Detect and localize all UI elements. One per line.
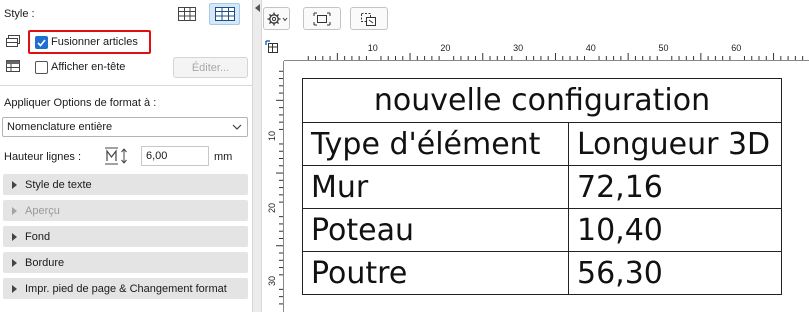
settings-button[interactable]	[263, 7, 290, 30]
expand-arrow-icon	[12, 180, 17, 189]
section-label: Aperçu	[25, 204, 60, 217]
section-label: Fond	[25, 230, 51, 243]
table-header-row: Type d'élément Longueur 3D	[302, 122, 782, 166]
section-preview: Aperçu	[3, 200, 248, 221]
settings-icon	[267, 12, 287, 25]
apply-format-select[interactable]: Nomenclature entière	[2, 117, 248, 137]
row-height-label: Hauteur lignes :	[4, 151, 82, 163]
zoom-selection-icon	[361, 12, 376, 26]
table-style-grid-icon	[214, 7, 235, 21]
table-row: Poutre 56,30	[302, 251, 782, 295]
ruler-label: 20	[267, 203, 277, 214]
fit-page-button[interactable]	[303, 7, 341, 30]
row-height-icon	[105, 147, 127, 165]
section-text-style[interactable]: Style de texte	[3, 174, 248, 195]
cell-3d-length: 72,16	[568, 165, 782, 209]
merge-items-label[interactable]: Fusionner articles	[51, 36, 138, 48]
apply-format-label: Appliquer Options de format à :	[4, 97, 157, 109]
chevron-down-icon	[232, 124, 242, 130]
header-table-icon	[6, 60, 20, 72]
show-header-label[interactable]: Afficher en-tête	[51, 61, 125, 73]
expand-arrow-icon	[12, 232, 17, 241]
collapse-arrow-icon[interactable]	[255, 4, 260, 12]
section-border[interactable]: Bordure	[3, 252, 248, 273]
section-label: Bordure	[25, 256, 65, 269]
section-background[interactable]: Fond	[3, 226, 248, 247]
cell-element-type: Poteau	[302, 208, 569, 252]
divider	[0, 85, 252, 86]
ruler-origin-icon	[265, 40, 278, 53]
apply-format-value: Nomenclature entière	[7, 121, 113, 133]
table-style-plain-button[interactable]	[171, 3, 202, 25]
ruler-label: 60	[731, 43, 742, 53]
header-element-type: Type d'élément	[302, 122, 569, 166]
fit-page-icon	[313, 12, 331, 25]
merge-rows-icon	[6, 35, 20, 47]
ruler-label: 50	[658, 43, 669, 53]
table-title-row: nouvelle configuration	[302, 78, 782, 123]
table-style-grid-button[interactable]	[209, 3, 240, 25]
section-label: Impr. pied de page & Changement format	[25, 282, 227, 295]
table-row: Mur 72,16	[302, 165, 782, 209]
table-style-plain-icon	[177, 7, 196, 21]
section-label: Style de texte	[25, 178, 92, 191]
checkmark-icon	[37, 38, 46, 47]
ruler-label: 40	[585, 43, 596, 53]
expand-arrow-icon	[12, 258, 17, 267]
cell-element-type: Mur	[302, 165, 569, 209]
ruler-label: 30	[267, 276, 277, 287]
row-height-input[interactable]: 6,00	[141, 146, 209, 166]
ruler-label: 10	[267, 130, 277, 141]
row-height-unit: mm	[214, 151, 233, 163]
ruler-label: 30	[513, 43, 524, 53]
schedule-title: nouvelle configuration	[302, 78, 782, 123]
expand-arrow-icon	[12, 206, 17, 215]
format-options-panel: Style : Fusionner articles Afficher en-t…	[0, 0, 252, 312]
cell-3d-length: 56,30	[568, 251, 782, 295]
ruler-label: 20	[440, 43, 451, 53]
horizontal-ruler: 10 20 30 40 50 60	[284, 37, 809, 61]
ruler-label: 10	[367, 43, 378, 53]
cell-element-type: Poutre	[302, 251, 569, 295]
cell-3d-length: 10,40	[568, 208, 782, 252]
show-header-checkbox[interactable]	[35, 61, 48, 74]
edit-header-button[interactable]: Éditer...	[173, 57, 248, 78]
merge-items-checkbox[interactable]	[35, 36, 48, 49]
schedule-table: nouvelle configuration Type d'élément Lo…	[302, 78, 782, 295]
section-footer-page-break[interactable]: Impr. pied de page & Changement format	[3, 278, 248, 299]
panel-splitter[interactable]	[252, 0, 262, 312]
style-label: Style :	[4, 8, 35, 20]
expand-arrow-icon	[12, 284, 17, 293]
table-row: Poteau 10,40	[302, 208, 782, 252]
vertical-ruler: 10 20 30	[262, 61, 284, 312]
zoom-selection-button[interactable]	[350, 7, 388, 30]
header-3d-length: Longueur 3D	[568, 122, 782, 166]
